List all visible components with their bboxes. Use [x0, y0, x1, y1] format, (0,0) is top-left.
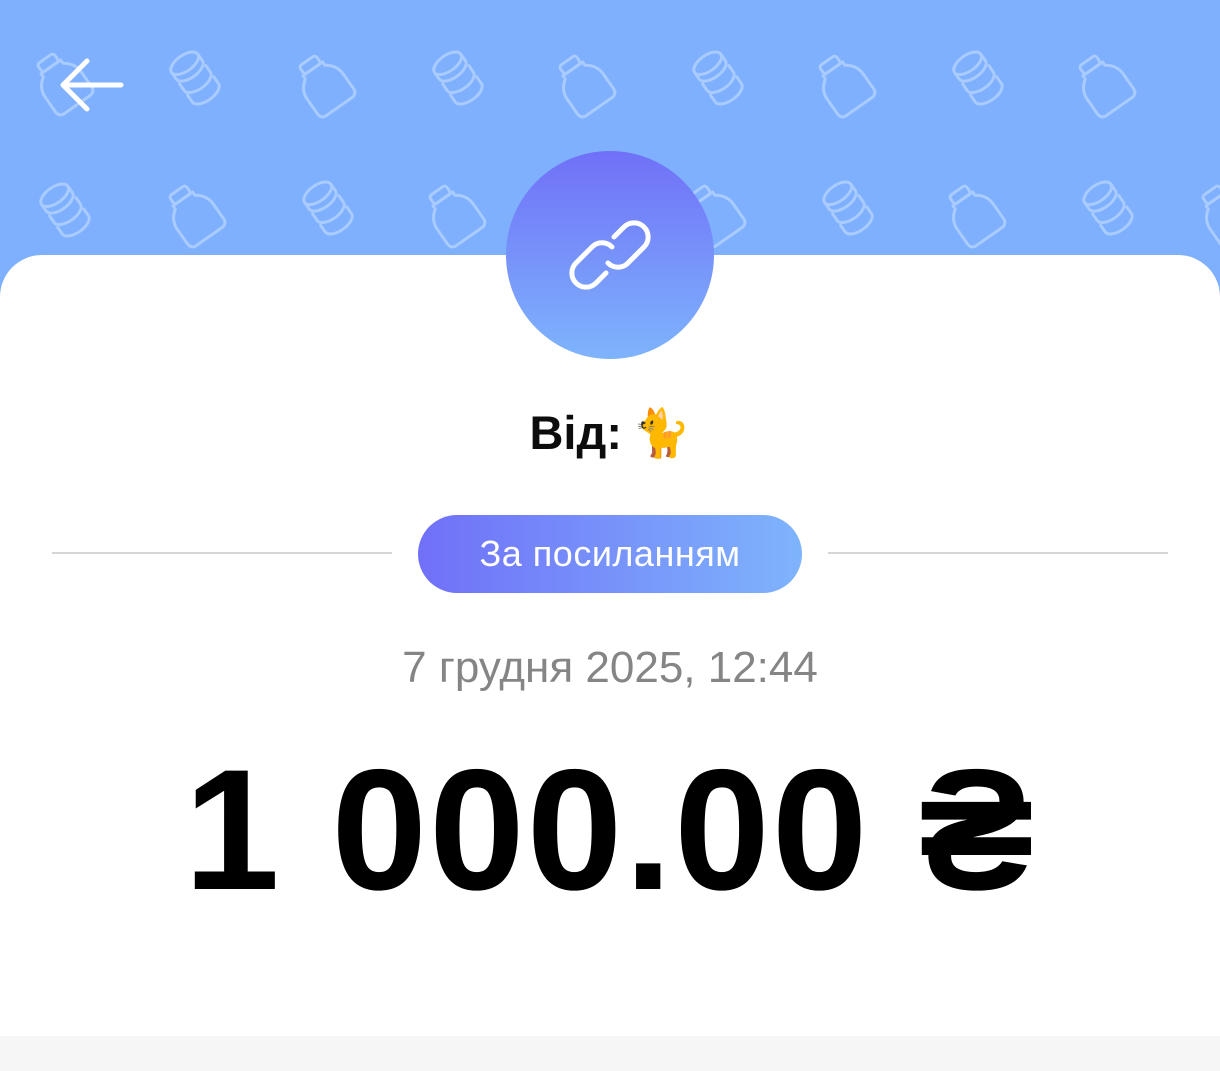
sender-line: Від: 🐈 — [0, 398, 1220, 469]
sender-label: Від: — [529, 406, 622, 459]
link-icon — [569, 220, 651, 290]
arrow-left-icon — [60, 58, 124, 112]
back-button[interactable] — [40, 40, 140, 130]
transfer-type-badge: За посиланням — [418, 515, 802, 593]
transfer-date: 7 грудня 2025, 12:44 — [402, 643, 818, 692]
transfer-amount: 1 000.00 ₴ — [183, 734, 1037, 926]
divider-right — [828, 552, 1168, 554]
bottom-area — [0, 1036, 1220, 1071]
transfer-avatar — [506, 151, 714, 359]
divider-left — [52, 552, 392, 554]
sender-emoji: 🐈 — [631, 406, 691, 461]
